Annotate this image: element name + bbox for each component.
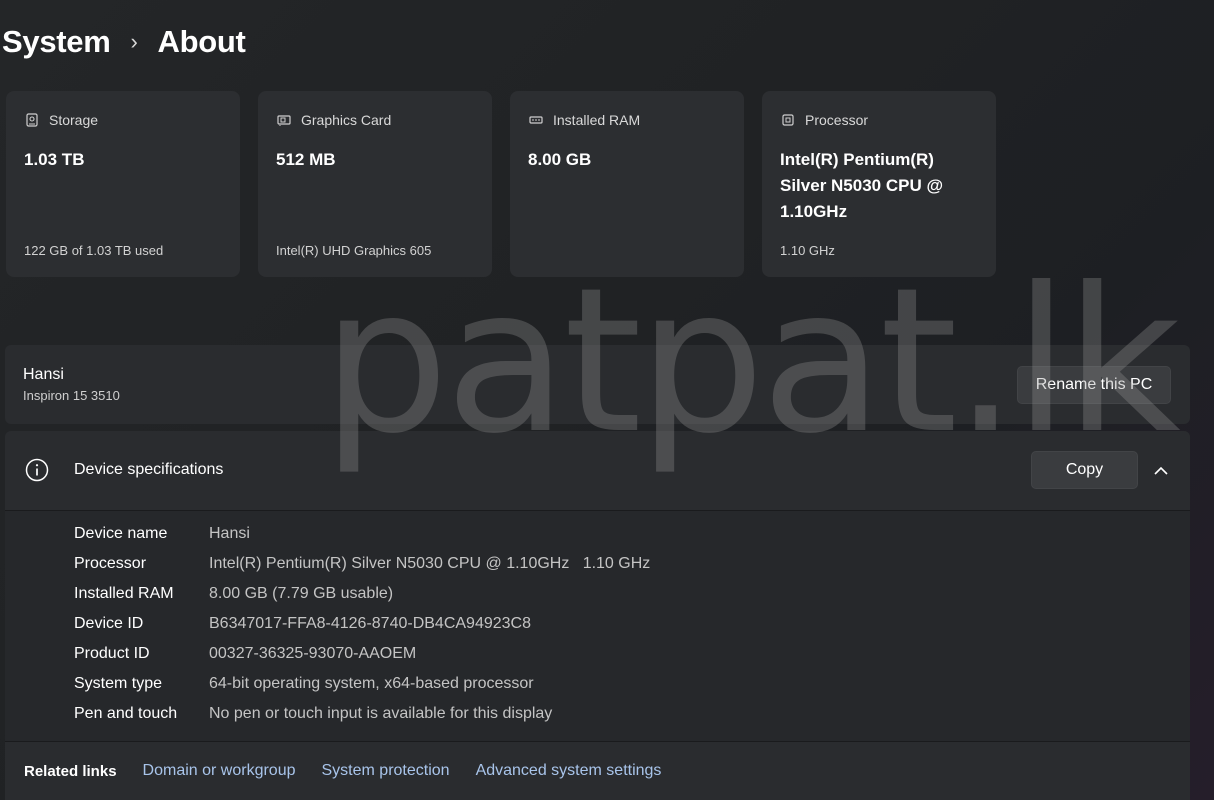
spec-value: 64-bit operating system, x64-based proce… bbox=[209, 675, 534, 692]
spec-label: System type bbox=[74, 675, 163, 692]
spec-row: Device ID B6347017-FFA8-4126-8740-DB4CA9… bbox=[74, 613, 650, 643]
spec-label: Pen and touch bbox=[74, 705, 178, 722]
card-title: Installed RAM bbox=[553, 112, 641, 128]
device-specifications-header[interactable]: Device specifications Copy bbox=[5, 431, 1190, 511]
spec-row: Device name Hansi bbox=[74, 523, 650, 553]
spec-row: Installed RAM 8.00 GB (7.79 GB usable) bbox=[74, 583, 650, 613]
spec-value: 8.00 GB (7.79 GB usable) bbox=[209, 585, 394, 602]
spec-row: Processor Intel(R) Pentium(R) Silver N50… bbox=[74, 553, 650, 583]
spec-label: Processor bbox=[74, 555, 147, 572]
page-title: About bbox=[157, 24, 246, 59]
domain-workgroup-link[interactable]: Domain or workgroup bbox=[143, 762, 296, 780]
pc-name-row: Hansi Inspiron 15 3510 Rename this PC bbox=[5, 345, 1190, 424]
spec-label: Device ID bbox=[74, 615, 144, 632]
spec-value: No pen or touch input is available for t… bbox=[209, 705, 553, 722]
card-subtitle: 1.10 GHz bbox=[780, 243, 835, 258]
card-title: Graphics Card bbox=[301, 112, 392, 128]
card-value: 512 MB bbox=[276, 150, 336, 169]
spec-row: System type 64-bit operating system, x64… bbox=[74, 673, 650, 703]
breadcrumb: System › About bbox=[2, 24, 246, 60]
graphics-card-card: Graphics Card 512 MB Intel(R) UHD Graphi… bbox=[258, 91, 492, 277]
spec-row: Product ID 00327-36325-93070-AAOEM bbox=[74, 643, 650, 673]
pc-model: Inspiron 15 3510 bbox=[23, 388, 120, 403]
chevron-up-icon[interactable] bbox=[1152, 462, 1170, 480]
card-title: Processor bbox=[805, 112, 869, 128]
system-protection-link[interactable]: System protection bbox=[322, 762, 450, 780]
copy-button[interactable]: Copy bbox=[1031, 451, 1138, 489]
ram-card: Installed RAM 8.00 GB bbox=[510, 91, 744, 277]
pc-name: Hansi bbox=[23, 366, 64, 383]
spec-table: Device name Hansi Processor Intel(R) Pen… bbox=[74, 523, 650, 733]
card-value: 8.00 GB bbox=[528, 150, 592, 169]
spec-value: Hansi bbox=[209, 525, 250, 542]
processor-card: Processor Intel(R) Pentium(R) Silver N50… bbox=[762, 91, 996, 277]
spec-row: Pen and touch No pen or touch input is a… bbox=[74, 703, 650, 733]
chevron-right-icon: › bbox=[130, 29, 138, 54]
spec-label: Installed RAM bbox=[74, 585, 174, 602]
graphics-card-icon bbox=[277, 115, 291, 126]
ram-icon bbox=[529, 116, 543, 124]
storage-card: Storage 1.03 TB 122 GB of 1.03 TB used bbox=[6, 91, 240, 277]
spec-value: B6347017-FFA8-4126-8740-DB4CA94923C8 bbox=[209, 615, 531, 632]
storage-icon bbox=[26, 113, 38, 127]
advanced-system-settings-link[interactable]: Advanced system settings bbox=[476, 762, 662, 780]
card-subtitle: 122 GB of 1.03 TB used bbox=[24, 243, 164, 258]
spec-value: 00327-36325-93070-AAOEM bbox=[209, 645, 417, 662]
spec-value: Intel(R) Pentium(R) Silver N5030 CPU @ 1… bbox=[209, 555, 651, 572]
device-specifications-title: Device specifications bbox=[74, 461, 224, 478]
device-specifications-panel: Device specifications Copy Device name H… bbox=[5, 431, 1190, 800]
card-value: 1.03 TB bbox=[24, 150, 85, 169]
card-subtitle: Intel(R) UHD Graphics 605 bbox=[276, 243, 432, 258]
related-links-bar: Related links Domain or workgroup System… bbox=[5, 741, 1190, 800]
card-title: Storage bbox=[49, 112, 99, 128]
spec-label: Device name bbox=[74, 525, 168, 542]
card-value: Intel(R) Pentium(R) Silver N5030 CPU @ 1… bbox=[780, 150, 944, 221]
rename-pc-button[interactable]: Rename this PC bbox=[1017, 366, 1171, 404]
processor-icon bbox=[782, 114, 794, 126]
spec-label: Product ID bbox=[74, 645, 150, 662]
breadcrumb-system[interactable]: System bbox=[2, 24, 111, 60]
related-links-title: Related links bbox=[24, 762, 117, 780]
info-icon bbox=[25, 458, 49, 482]
